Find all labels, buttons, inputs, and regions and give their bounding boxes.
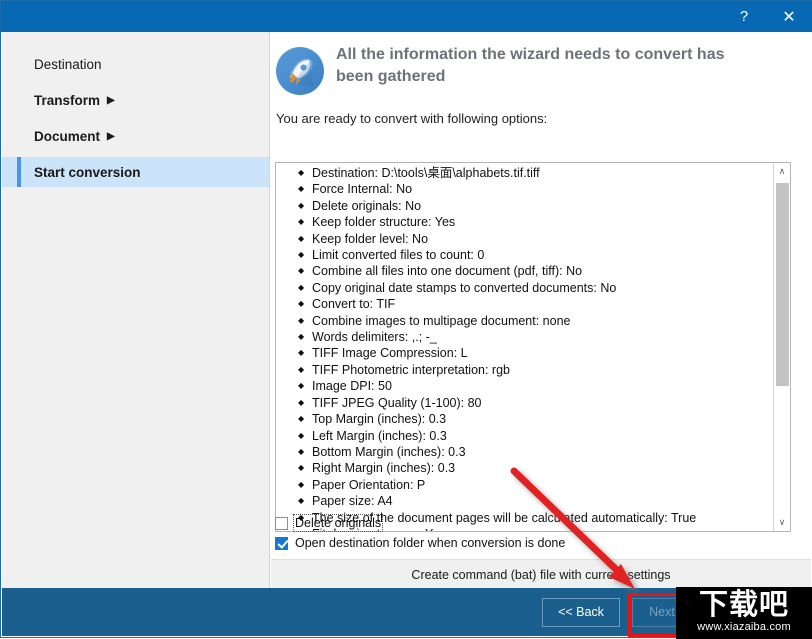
site-watermark: 下载吧 www.xiazaiba.com <box>676 587 812 639</box>
option-line: Keep folder level: No <box>298 231 773 248</box>
option-line: Paper size: A4 <box>298 493 773 510</box>
option-line: Bottom Margin (inches): 0.3 <box>298 444 773 461</box>
back-button-label: << Back <box>558 605 604 619</box>
wizard-window: ? ✕ Destination Transform ▶ Document ▶ S… <box>0 0 812 639</box>
sidebar-item-label: Document <box>34 128 101 144</box>
title-bar: ? ✕ <box>1 1 812 32</box>
option-line: Words delimiters: ,.; -_ <box>298 329 773 346</box>
checkbox-box[interactable] <box>275 536 288 550</box>
watermark-url: www.xiazaiba.com <box>697 621 791 633</box>
delete-originals-label: Delete originals <box>292 514 384 532</box>
option-line: Limit converted files to count: 0 <box>298 247 773 264</box>
rocket-icon <box>276 47 324 95</box>
sidebar-item-destination[interactable]: Destination <box>2 49 269 79</box>
option-line: Keep folder structure: Yes <box>298 214 773 231</box>
sidebar-item-label: Transform <box>34 92 101 108</box>
ready-text: You are ready to convert with following … <box>276 111 548 126</box>
delete-originals-checkbox[interactable]: Delete originals <box>275 514 384 532</box>
sidebar-item-document[interactable]: Document ▶ <box>2 121 269 151</box>
options-list: Destination: D:\tools\桌面\alphabets.tif.t… <box>276 165 773 531</box>
option-line: Paper Orientation: P <box>298 477 773 494</box>
scroll-down-icon[interactable]: ∨ <box>774 514 790 531</box>
option-line: Copy original date stamps to converted d… <box>298 280 773 297</box>
open-destination-folder-label: Open destination folder when conversion … <box>295 536 566 550</box>
option-line: Image DPI: 50 <box>298 378 773 395</box>
option-line: Delete originals: No <box>298 198 773 215</box>
create-bat-file-button[interactable]: Create command (bat) file with current s… <box>271 559 811 589</box>
open-destination-folder-checkbox[interactable]: Open destination folder when conversion … <box>275 536 565 550</box>
chevron-right-icon: ▶ <box>107 130 115 142</box>
page-title: All the information the wizard needs to … <box>336 46 725 85</box>
option-line: Left Margin (inches): 0.3 <box>298 428 773 445</box>
sidebar-item-transform[interactable]: Transform ▶ <box>2 85 269 115</box>
options-scrollbar[interactable]: ∧ ∨ <box>773 163 790 531</box>
close-icon[interactable]: ✕ <box>765 1 812 32</box>
checkbox-box[interactable] <box>275 516 288 530</box>
sidebar: Destination Transform ▶ Document ▶ Start… <box>2 32 270 590</box>
options-listbox[interactable]: Destination: D:\tools\桌面\alphabets.tif.t… <box>275 162 791 532</box>
scroll-up-icon[interactable]: ∧ <box>774 163 790 180</box>
sidebar-item-label: Destination <box>34 56 102 72</box>
option-line: Force Internal: No <box>298 181 773 198</box>
panel-header: All the information the wizard needs to … <box>270 32 812 95</box>
option-line: TIFF JPEG Quality (1-100): 80 <box>298 395 773 412</box>
option-line: Right Margin (inches): 0.3 <box>298 460 773 477</box>
back-button[interactable]: << Back <box>542 597 620 627</box>
option-line: TIFF Image Compression: L <box>298 345 773 362</box>
option-line: Convert to: TIF <box>298 296 773 313</box>
scrollbar-thumb[interactable] <box>776 183 789 386</box>
option-line: Combine all files into one document (pdf… <box>298 263 773 280</box>
help-icon[interactable]: ? <box>723 1 765 32</box>
option-line: TIFF Photometric interpretation: rgb <box>298 362 773 379</box>
watermark-cn-text: 下载吧 <box>698 587 789 621</box>
sidebar-item-start-conversion[interactable]: Start conversion <box>2 157 269 187</box>
option-line: Destination: D:\tools\桌面\alphabets.tif.t… <box>298 165 773 182</box>
chevron-right-icon: ▶ <box>107 94 115 106</box>
option-line: Combine images to multipage document: no… <box>298 313 773 330</box>
sidebar-item-label: Start conversion <box>34 164 141 180</box>
main-panel: All the information the wizard needs to … <box>270 32 812 590</box>
option-line: Top Margin (inches): 0.3 <box>298 411 773 428</box>
